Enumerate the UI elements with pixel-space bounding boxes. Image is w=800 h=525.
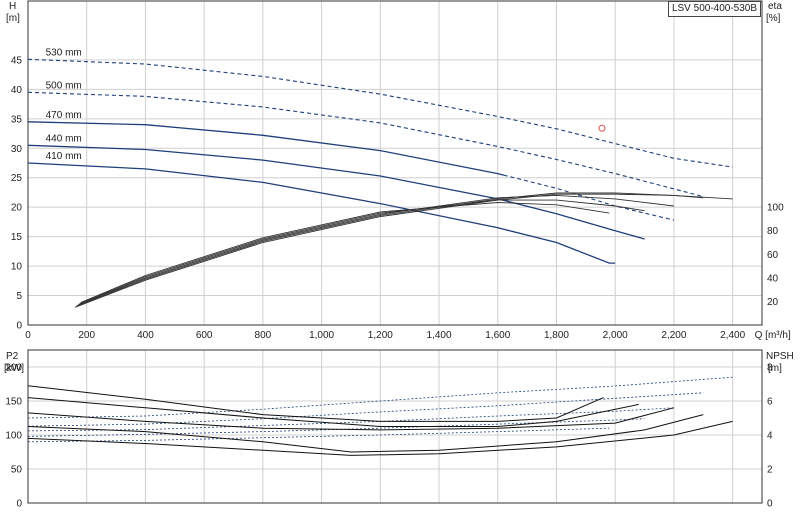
head-panel-frame — [27, 0, 763, 326]
head-tick-label: 5 — [16, 291, 22, 302]
efficiency-curve — [76, 192, 704, 307]
power-axis-unit: [kW] — [4, 363, 24, 374]
flow-tick-label: 1,400 — [427, 330, 452, 341]
model-label: LSV 500-400-530B — [668, 1, 761, 17]
flow-tick-label: 1,800 — [544, 330, 569, 341]
efficiency-curve — [77, 194, 674, 306]
power-tick-label: 150 — [5, 397, 22, 408]
duty-point-marker — [598, 124, 606, 132]
power-tick-label: 100 — [5, 431, 22, 442]
flow-tick-label: 800 — [255, 330, 272, 341]
npsh-tick-label: 4 — [767, 431, 773, 442]
npsh-tick-label: 6 — [767, 397, 773, 408]
eta-axis-title: eta — [768, 1, 782, 12]
head-tick-label: 40 — [11, 85, 23, 96]
head-tick-label: 25 — [11, 173, 23, 184]
flow-tick-label: 2,000 — [603, 330, 628, 341]
flow-tick-label: 0 — [25, 330, 31, 341]
flow-tick-label: 200 — [78, 330, 95, 341]
flow-tick-label: 2,400 — [720, 330, 745, 341]
flow-tick-label: 1,200 — [368, 330, 393, 341]
impeller-diameter-label: 470 mm — [46, 110, 82, 121]
npsh-tick-label: 0 — [767, 499, 773, 510]
head-tick-label: 15 — [11, 232, 23, 243]
eta-tick-label: 80 — [767, 226, 779, 237]
head-axis-unit: [m] — [6, 13, 20, 24]
eta-tick-label: 20 — [767, 297, 779, 308]
chart-canvas: 0510152025303540452040608010005010015020… — [4, 0, 794, 510]
power-tick-label: 50 — [11, 465, 23, 476]
head-tick-label: 35 — [11, 114, 23, 125]
flow-tick-label: 1,600 — [485, 330, 510, 341]
head-axis-title: H — [9, 1, 16, 12]
flow-tick-label: 1,000 — [309, 330, 334, 341]
head-tick-label: 30 — [11, 144, 23, 155]
pump-curve-chart: 0 5 10 15 20 25 30 35 40 45 20 40 60 80 100 0 50 100 150 20… — [0, 0, 800, 520]
impeller-diameter-label: 500 mm — [46, 80, 82, 91]
eta-tick-label: 60 — [767, 250, 779, 261]
npsh-curve — [27, 385, 604, 422]
eta-axis-unit: [%] — [766, 13, 781, 24]
head-tick-label: 0 — [16, 321, 22, 332]
power-tick-label: 0 — [16, 499, 22, 510]
flow-axis-title: Q [m³/h] — [755, 330, 791, 341]
eta-tick-label: 40 — [767, 273, 779, 284]
axis-labels: 0510152025303540452040608010005010015020… — [4, 1, 794, 510]
head-curve-extension — [27, 91, 704, 198]
npsh-axis-title: NPSH — [766, 351, 794, 362]
head-tick-label: 45 — [11, 55, 23, 66]
flow-tick-label: 2,200 — [661, 330, 686, 341]
npsh-axis-unit: [m] — [768, 363, 782, 374]
impeller-diameter-label: 440 mm — [46, 133, 82, 144]
efficiency-curve — [80, 202, 610, 304]
npsh-curve — [27, 407, 675, 431]
impeller-diameter-label: 530 mm — [46, 47, 82, 58]
npsh-tick-label: 2 — [767, 465, 773, 476]
head-tick-label: 10 — [11, 262, 23, 273]
npsh-curve — [27, 397, 639, 427]
head-tick-label: 20 — [11, 203, 23, 214]
eta-tick-label: 100 — [767, 203, 784, 214]
impeller-diameter-label: 410 mm — [46, 151, 82, 162]
head-panel-grid — [27, 0, 763, 326]
flow-tick-label: 600 — [196, 330, 213, 341]
flow-tick-label: 400 — [137, 330, 154, 341]
power-axis-title: P2 — [6, 351, 19, 362]
